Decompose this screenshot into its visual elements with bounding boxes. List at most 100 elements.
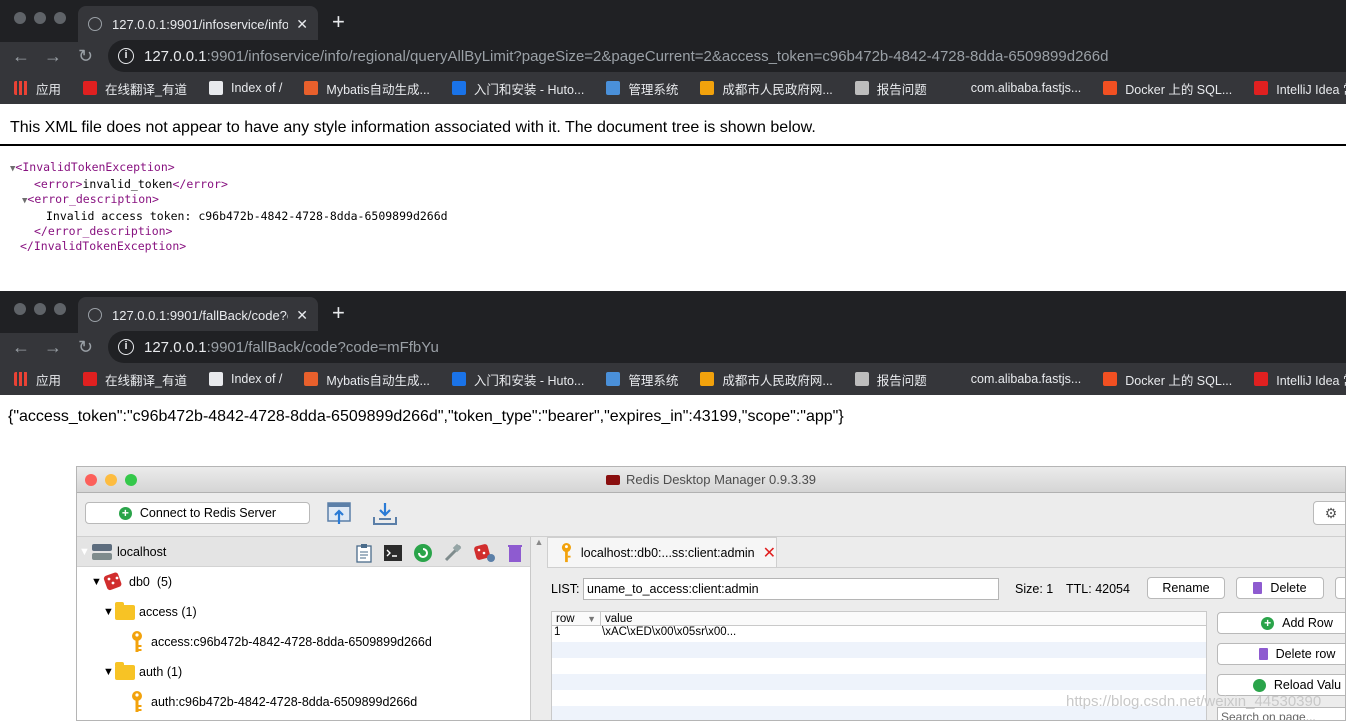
bookmark-icon <box>1103 372 1118 386</box>
url-host: 127.0.0.1 <box>144 47 207 65</box>
trash-icon[interactable] <box>507 543 523 563</box>
url-host: 127.0.0.1 <box>144 338 207 356</box>
browser-window-1: 127.0.0.1:9901/infoservice/info ✕ + ← → … <box>0 0 1346 104</box>
bookmark-item[interactable]: 管理系统 <box>606 370 678 389</box>
bookmark-item[interactable]: 成都市人民政府网... <box>700 79 833 98</box>
database-name: db0 <box>129 575 150 589</box>
key-tab[interactable]: localhost::db0:...ss:client:admin ✕ <box>547 537 777 567</box>
bookmark-item[interactable]: IntelliJ Idea 常用 <box>1254 79 1346 98</box>
bookmark-item[interactable]: Docker 上的 SQL... <box>1103 370 1232 389</box>
minimize-window-button[interactable] <box>34 303 46 315</box>
folder-icon <box>115 661 135 680</box>
disconnect-icon[interactable] <box>443 543 463 563</box>
bookmark-item[interactable]: 报告问题 <box>854 370 927 389</box>
server-row[interactable]: ▼ localhost <box>77 537 530 567</box>
xml-tag: <error_description> <box>27 192 159 206</box>
bookmark-item[interactable]: Docker 上的 SQL... <box>1103 79 1232 98</box>
back-icon[interactable]: ← <box>12 46 30 67</box>
bookmark-item[interactable]: 在线翻译_有道 <box>83 370 187 389</box>
bookmark-icon <box>14 372 28 386</box>
export-icon[interactable] <box>371 500 399 528</box>
bookmark-item[interactable]: 入门和安装 - Huto... <box>451 370 584 389</box>
bookmark-item[interactable]: 管理系统 <box>606 79 678 98</box>
settings-button[interactable]: ⚙ <box>1313 501 1345 525</box>
bookmark-item[interactable]: 成都市人民政府网... <box>700 370 833 389</box>
server-settings-icon[interactable] <box>473 542 497 564</box>
expand-triangle-icon[interactable]: ▼ <box>103 666 115 678</box>
key-name-field[interactable]: uname_to_access:client:admin <box>583 578 999 600</box>
bookmark-item[interactable]: 在线翻译_有道 <box>83 79 187 98</box>
table-row-empty <box>552 642 1206 658</box>
search-placeholder: Search on page... <box>1221 710 1316 721</box>
bookmark-label: IntelliJ Idea 常用 <box>1276 82 1346 97</box>
database-row[interactable]: ▼ db0 (5) <box>77 567 530 597</box>
forward-icon[interactable]: → <box>44 337 62 358</box>
key-row[interactable]: access:c96b472b-4842-4728-8dda-6509899d2… <box>77 627 530 657</box>
bookmark-item[interactable]: 应用 <box>14 370 61 389</box>
bookmark-item[interactable]: com.alibaba.fastjs... <box>948 81 1081 95</box>
column-value-header[interactable]: value <box>600 612 1206 625</box>
xml-tag: </error_description> <box>34 224 173 238</box>
reload-icon[interactable]: ↻ <box>78 46 93 67</box>
close-window-button[interactable] <box>14 12 26 24</box>
rename-button[interactable]: Rename <box>1147 577 1225 599</box>
column-row-header[interactable]: row ▼ <box>552 612 600 625</box>
key-row[interactable]: auth:c96b472b-4842-4728-8dda-6509899d266… <box>77 687 530 717</box>
bookmark-item[interactable]: Mybatis自动生成... <box>304 370 430 389</box>
bookmark-item[interactable]: Mybatis自动生成... <box>304 79 430 98</box>
folder-row-auth[interactable]: ▼ auth (1) <box>77 657 530 687</box>
add-row-label: Add Row <box>1282 616 1333 630</box>
scroll-up-arrow[interactable]: ▲ <box>533 537 545 551</box>
bookmark-item[interactable]: 应用 <box>14 79 61 98</box>
zoom-window-button[interactable] <box>54 12 66 24</box>
info-icon[interactable]: i <box>118 339 134 355</box>
expand-triangle-icon[interactable]: ▼ <box>79 546 91 558</box>
expand-triangle-icon[interactable]: ▼ <box>103 606 115 618</box>
extra-button[interactable] <box>1335 577 1345 599</box>
bookmark-icon <box>1254 81 1269 95</box>
folder-row-access[interactable]: ▼ access (1) <box>77 597 530 627</box>
close-tab-icon[interactable]: ✕ <box>763 543 776 563</box>
new-tab-button[interactable]: + <box>332 9 345 35</box>
bookmark-item[interactable]: 入门和安装 - Huto... <box>451 79 584 98</box>
delete-row-label: Delete row <box>1275 647 1336 661</box>
plus-icon: + <box>1261 616 1275 630</box>
bookmark-item[interactable]: IntelliJ Idea 常用 <box>1254 370 1346 389</box>
key-icon <box>132 631 142 652</box>
info-icon[interactable]: i <box>118 48 134 64</box>
close-window-button[interactable] <box>14 303 26 315</box>
forward-icon[interactable]: → <box>44 46 62 67</box>
minimize-window-button[interactable] <box>105 474 117 486</box>
minimize-window-button[interactable] <box>34 12 46 24</box>
expand-triangle-icon[interactable]: ▼ <box>91 576 103 588</box>
back-icon[interactable]: ← <box>12 337 30 358</box>
close-window-button[interactable] <box>85 474 97 486</box>
url-input[interactable]: i 127.0.0.1:9901/infoservice/info/region… <box>108 40 1346 72</box>
console-icon[interactable] <box>383 544 403 562</box>
browser-tab[interactable]: 127.0.0.1:9901/fallBack/code?c ✕ <box>78 297 318 333</box>
delete-key-button[interactable]: Delete <box>1236 577 1324 599</box>
bookmark-item[interactable]: Index of / <box>208 372 282 386</box>
zoom-window-button[interactable] <box>125 474 137 486</box>
close-tab-icon[interactable]: ✕ <box>296 16 308 33</box>
browser-tab[interactable]: 127.0.0.1:9901/infoservice/info ✕ <box>78 6 318 42</box>
connect-server-button[interactable]: + Connect to Redis Server <box>85 502 310 524</box>
sort-icon: ▼ <box>587 614 596 624</box>
url-rest: :9901/fallBack/code?code=mFfbYu <box>206 338 439 356</box>
table-row[interactable]: 1 \xAC\xED\x00\x05sr\x00... <box>552 626 1206 642</box>
clipboard-icon[interactable] <box>355 543 373 563</box>
reload-icon[interactable]: ↻ <box>78 337 93 358</box>
new-tab-button[interactable]: + <box>332 300 345 326</box>
import-icon[interactable] <box>325 500 353 528</box>
zoom-window-button[interactable] <box>54 303 66 315</box>
bookmark-item[interactable]: com.alibaba.fastjs... <box>948 372 1081 386</box>
plus-icon: + <box>118 506 132 520</box>
bookmark-label: 在线翻译_有道 <box>105 82 187 97</box>
bookmark-item[interactable]: Index of / <box>208 81 282 95</box>
delete-row-button[interactable]: Delete row <box>1217 643 1345 665</box>
bookmark-item[interactable]: 报告问题 <box>854 79 927 98</box>
add-row-button[interactable]: + Add Row <box>1217 612 1345 634</box>
reload-connection-icon[interactable] <box>413 543 433 563</box>
close-tab-icon[interactable]: ✕ <box>296 307 308 324</box>
url-input[interactable]: i 127.0.0.1:9901/fallBack/code?code=mFfb… <box>108 331 1346 363</box>
